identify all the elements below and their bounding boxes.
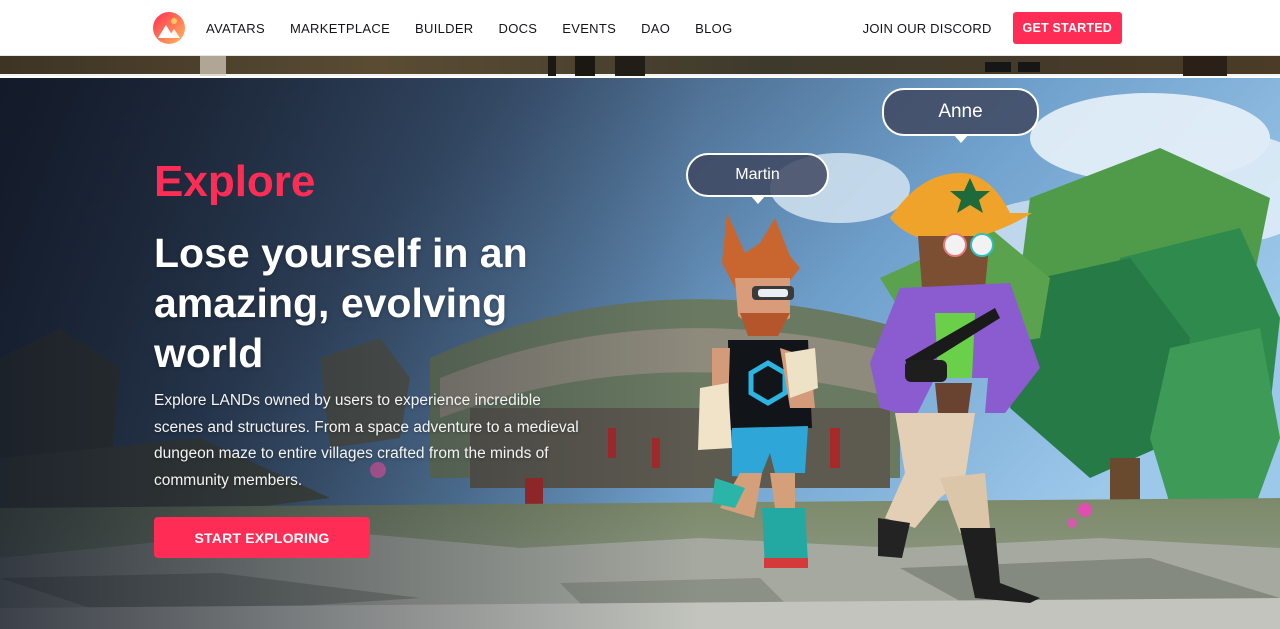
nav-builder[interactable]: BUILDER [415,21,473,36]
nav-actions: JOIN OUR DISCORD GET STARTED [863,12,1122,44]
navbar: AVATARS MARKETPLACE BUILDER DOCS EVENTS … [0,0,1280,56]
hero-eyebrow: Explore [154,157,316,206]
nav-dao[interactable]: DAO [641,21,670,36]
previous-section-figures [200,56,1227,76]
hero-description: Explore LANDs owned by users to experien… [154,392,579,489]
join-discord-link[interactable]: JOIN OUR DISCORD [863,21,992,36]
hero-section: Explore Lose yourself in an amazing, evo… [0,78,1280,629]
nav-events[interactable]: EVENTS [562,21,616,36]
get-started-button[interactable]: GET STARTED [1012,12,1122,44]
nav-marketplace[interactable]: MARKETPLACE [290,21,390,36]
main-nav: AVATARS MARKETPLACE BUILDER DOCS EVENTS … [206,0,758,56]
hero-text: Explore Lose yourself in an amazing, evo… [154,156,604,494]
nav-blog[interactable]: BLOG [695,21,732,36]
previous-section-peek [0,56,1280,76]
nav-docs[interactable]: DOCS [499,21,538,36]
martin-name-label: Martin [735,166,780,183]
martin-name-tag: Martin [686,153,829,204]
hero-headline: Lose yourself in an amazing, evolving wo… [154,230,528,376]
nav-avatars[interactable]: AVATARS [206,21,265,36]
start-exploring-button[interactable]: START EXPLORING [154,517,370,558]
decentraland-logo[interactable] [153,12,185,44]
anne-name-tag: Anne [882,88,1039,143]
anne-name-label: Anne [938,101,983,122]
